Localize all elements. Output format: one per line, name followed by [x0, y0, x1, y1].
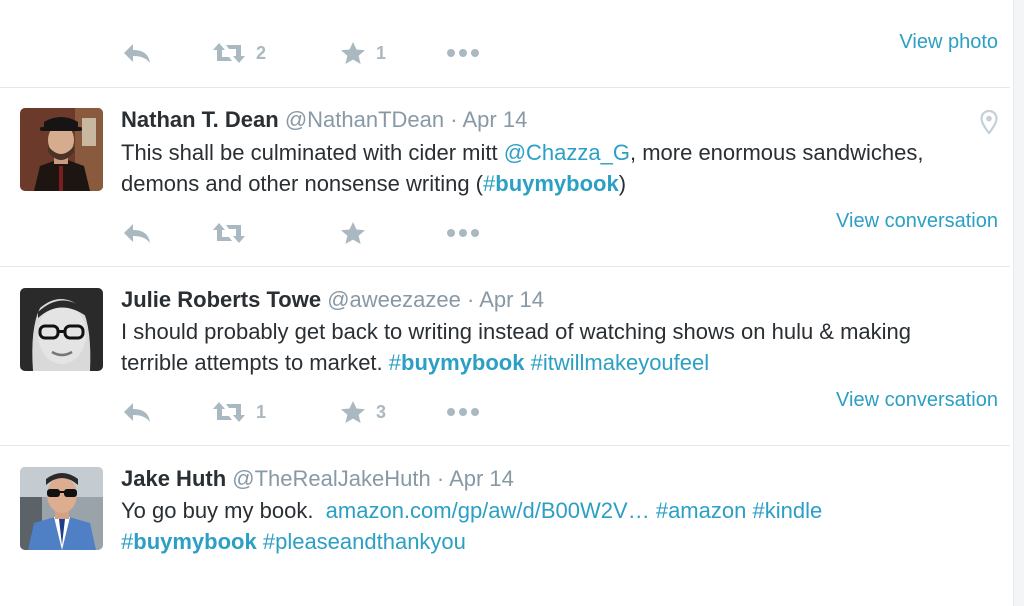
reply-icon: [124, 224, 150, 243]
favorite-button[interactable]: [340, 221, 446, 245]
tweet-separator: [0, 445, 1010, 446]
user-name[interactable]: Nathan T. Dean: [121, 107, 279, 132]
hashtag-link[interactable]: #amazon: [656, 498, 747, 523]
hashtag-link[interactable]: #buymybook: [483, 171, 619, 196]
separator-dot: ·: [436, 466, 445, 491]
avatar[interactable]: [20, 288, 103, 371]
more-button[interactable]: [446, 228, 486, 238]
retweet-count: 1: [256, 401, 267, 422]
more-button[interactable]: [446, 48, 486, 58]
tweet-header: Julie Roberts Towe @aweezazee · Apr 14: [121, 287, 544, 313]
tweet-actions: 1 3: [122, 399, 486, 425]
tweet-header: Nathan T. Dean @NathanTDean · Apr 14: [121, 107, 527, 133]
tweet-actions: [122, 220, 486, 246]
tweet-date[interactable]: Apr 14: [479, 287, 544, 312]
user-name[interactable]: Julie Roberts Towe: [121, 287, 321, 312]
location-pin-icon[interactable]: [980, 110, 998, 134]
tweet-actions: 2 1: [122, 40, 486, 66]
hashtag-word: buymybook: [495, 171, 619, 196]
user-handle[interactable]: @NathanTDean: [285, 107, 444, 132]
reply-icon: [124, 403, 150, 422]
avatar-image: [20, 467, 103, 550]
star-icon: [341, 222, 365, 244]
hashtag-symbol: #: [388, 350, 402, 375]
tweet-text-part: Yo go buy my book.: [121, 498, 326, 523]
tweet-text: This shall be culminated with cider mitt…: [121, 137, 941, 199]
hashtag-symbol: #: [121, 529, 134, 554]
favorite-button[interactable]: 1: [340, 41, 446, 65]
hashtag-word: buymybook: [133, 529, 257, 554]
retweet-icon: [213, 402, 245, 422]
tweet-header: Jake Huth @TheRealJakeHuth · Apr 14: [121, 466, 514, 492]
more-icon: [447, 229, 479, 237]
mention-link[interactable]: @Chazza_G: [504, 140, 630, 165]
retweet-icon: [213, 43, 245, 63]
tweet-date[interactable]: Apr 14: [449, 466, 514, 491]
user-handle[interactable]: @aweezazee: [327, 287, 461, 312]
favorite-button[interactable]: 3: [340, 400, 446, 424]
reply-button[interactable]: [122, 401, 212, 423]
hashtag-link[interactable]: #buymybook: [121, 529, 257, 554]
separator-dot: ·: [466, 287, 475, 312]
tweet-date[interactable]: Apr 14: [463, 107, 528, 132]
scrollbar[interactable]: [1013, 0, 1024, 606]
retweet-button[interactable]: [212, 221, 340, 245]
tweet-text-part: This shall be culminated with cider mitt: [121, 140, 504, 165]
avatar[interactable]: [20, 467, 103, 550]
view-photo-link[interactable]: View photo: [899, 31, 998, 54]
reply-button[interactable]: [122, 42, 212, 64]
tweet-text: I should probably get back to writing in…: [121, 316, 941, 378]
reply-button[interactable]: [122, 222, 212, 244]
favorite-count: 3: [376, 401, 387, 422]
user-name[interactable]: Jake Huth: [121, 466, 226, 491]
favorite-count: 1: [376, 42, 387, 63]
view-conversation-link[interactable]: View conversation: [836, 210, 998, 233]
url-link[interactable]: amazon.com/gp/aw/d/B00W2V…: [326, 498, 650, 523]
avatar-image: [20, 288, 103, 371]
more-icon: [447, 49, 479, 57]
more-icon: [447, 408, 479, 416]
avatar-image: [20, 108, 103, 191]
tweet-separator: [0, 87, 1010, 88]
more-button[interactable]: [446, 407, 486, 417]
tweet-separator: [0, 266, 1010, 267]
retweet-button[interactable]: 1: [212, 400, 340, 424]
reply-icon: [124, 44, 150, 63]
user-handle[interactable]: @TheRealJakeHuth: [232, 466, 430, 491]
star-icon: [341, 401, 365, 423]
hashtag-link[interactable]: #buymybook: [389, 350, 525, 375]
view-conversation-link[interactable]: View conversation: [836, 389, 998, 412]
star-icon: [341, 42, 365, 64]
retweet-button[interactable]: 2: [212, 41, 340, 65]
hashtag-link[interactable]: #itwillmakeyoufeel: [531, 350, 710, 375]
hashtag-link[interactable]: #pleaseandthankyou: [263, 529, 466, 554]
tweet-text-part: ): [618, 171, 627, 196]
avatar[interactable]: [20, 108, 103, 191]
hashtag-symbol: #: [483, 171, 496, 196]
tweet-text: Yo go buy my book. amazon.com/gp/aw/d/B0…: [121, 495, 941, 557]
hashtag-link[interactable]: #kindle: [752, 498, 822, 523]
hashtag-word: buymybook: [401, 350, 525, 375]
retweet-icon: [213, 223, 245, 243]
separator-dot: ·: [450, 107, 458, 132]
retweet-count: 2: [256, 42, 267, 63]
